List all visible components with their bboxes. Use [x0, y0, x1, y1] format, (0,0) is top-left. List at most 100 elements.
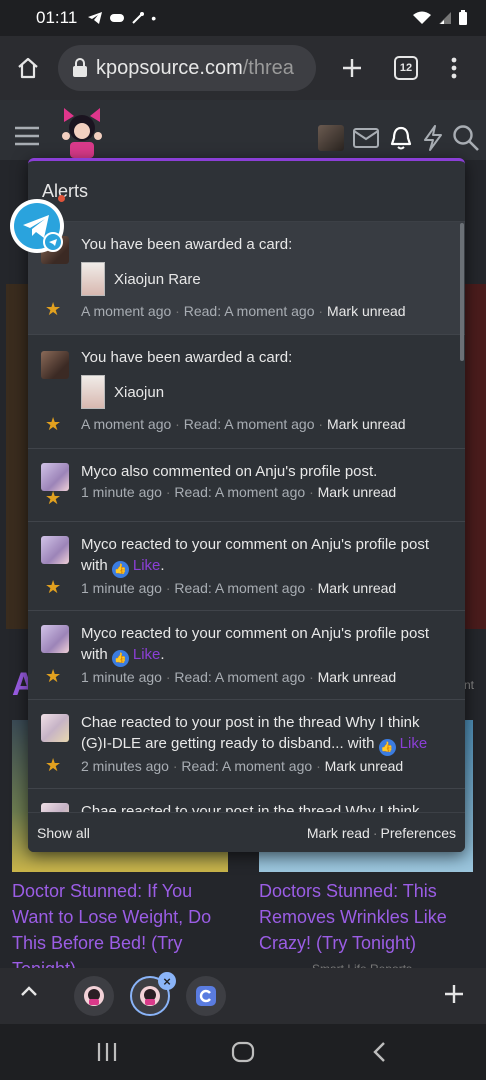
new-tab-button[interactable]: [328, 44, 376, 92]
address-bar[interactable]: kpopsource.com/threa: [58, 45, 316, 91]
period: .: [160, 646, 165, 663]
system-icons: [412, 10, 468, 26]
separator: ·: [172, 758, 178, 774]
tab-switcher-button[interactable]: 12: [382, 44, 430, 92]
expand-tabs-button[interactable]: [20, 984, 38, 1003]
plus-icon: [445, 985, 463, 1003]
ad-title-right[interactable]: Doctors Stunned: This Removes Wrinkles L…: [259, 878, 474, 956]
alert-avatar[interactable]: [41, 714, 69, 742]
lock-icon: [73, 58, 87, 77]
app-favicon-icon: [196, 986, 216, 1006]
close-icon: ×: [163, 973, 171, 989]
star-icon: ★: [45, 488, 62, 508]
notification-icons: •: [87, 10, 156, 26]
like-icon: 👍: [378, 739, 396, 756]
alert-item[interactable]: ★ Myco reacted to your comment on Anju's…: [28, 522, 465, 611]
star-icon: ★: [45, 299, 62, 319]
read-label: Read:: [174, 484, 212, 500]
separator: ·: [165, 484, 171, 500]
site-header: [0, 100, 486, 160]
menu-button[interactable]: [14, 126, 40, 151]
home-button[interactable]: [4, 44, 52, 92]
back-icon[interactable]: [372, 1041, 386, 1063]
tab-thumbnail[interactable]: [186, 976, 226, 1016]
mark-read-link[interactable]: Mark read: [307, 825, 370, 841]
background-banner-left: [6, 284, 28, 629]
home-circle-icon[interactable]: [231, 1041, 255, 1063]
card-award[interactable]: Xiaojun Rare: [81, 262, 451, 296]
separator: ·: [165, 580, 171, 596]
add-tab-button[interactable]: [444, 978, 464, 1012]
alert-meta: 1 minute ago · Read: A moment ago · Mark…: [81, 482, 451, 502]
read-time: A moment ago: [214, 669, 306, 685]
home-icon: [18, 57, 38, 79]
inbox-icon[interactable]: [352, 127, 380, 149]
hamburger-icon: [15, 126, 39, 146]
reaction-label: Like: [132, 557, 161, 574]
close-tab-button[interactable]: ×: [158, 972, 176, 990]
status-time: 01:11: [36, 8, 78, 27]
chevron-up-icon: [21, 986, 37, 996]
user-avatar[interactable]: [318, 125, 344, 151]
read-time: A moment ago: [224, 303, 315, 319]
alert-time: 1 minute ago: [81, 484, 162, 500]
show-all-link[interactable]: Show all: [37, 825, 90, 841]
mark-unread-link[interactable]: Mark unread: [318, 484, 397, 500]
alert-avatar[interactable]: [41, 625, 69, 653]
mark-unread-link[interactable]: Mark unread: [327, 303, 406, 319]
alert-item[interactable]: ★ You have been awarded a card: Xiaojun …: [28, 222, 465, 335]
notification-dot: •: [151, 10, 157, 26]
card-award[interactable]: Xiaojun: [81, 375, 451, 409]
alert-text: You have been awarded a card:: [81, 349, 293, 366]
battery-icon: [459, 10, 467, 25]
alert-avatar[interactable]: [41, 536, 69, 564]
status-bar: 01:11 •: [0, 0, 486, 36]
alerts-scrollbar[interactable]: [460, 223, 464, 361]
alert-item[interactable]: ★ Myco also commented on Anju's profile …: [28, 449, 465, 522]
mark-unread-link[interactable]: Mark unread: [318, 580, 397, 596]
alert-item[interactable]: ★ You have been awarded a card: Xiaojun …: [28, 335, 465, 449]
alert-avatar[interactable]: [41, 351, 69, 379]
star-icon: ★: [45, 577, 62, 597]
alert-meta: A moment ago · Read: A moment ago · Mark…: [81, 414, 451, 434]
ad-title-left[interactable]: Doctor Stunned: If You Want to Lose Weig…: [12, 878, 232, 982]
alerts-list[interactable]: ★ You have been awarded a card: Xiaojun …: [28, 222, 465, 816]
read-time: A moment ago: [214, 484, 306, 500]
preferences-link[interactable]: Preferences: [381, 825, 456, 841]
alert-text: You have been awarded a card:: [81, 236, 293, 253]
alert-item[interactable]: ★ Chae reacted to your post in the threa…: [28, 700, 465, 789]
alerts-title: Alerts: [28, 161, 465, 222]
magic-wand-icon: [132, 12, 145, 24]
telegram-chat-bubble[interactable]: [9, 198, 65, 254]
site-logo[interactable]: [56, 104, 108, 160]
lightning-icon[interactable]: [422, 125, 444, 151]
tab-count: 12: [394, 56, 418, 80]
like-icon: 👍: [111, 650, 129, 667]
mark-unread-link[interactable]: Mark unread: [318, 669, 397, 685]
search-icon[interactable]: [452, 124, 480, 152]
separator: ·: [175, 303, 180, 319]
alert-message: Chae reacted to your post in the thread …: [81, 714, 420, 752]
alert-avatar[interactable]: [41, 463, 69, 491]
browser-menu-button[interactable]: [430, 44, 478, 92]
alert-item[interactable]: ★ Myco reacted to your comment on Anju's…: [28, 611, 465, 700]
tab-thumbnail[interactable]: [74, 976, 114, 1016]
mark-unread-link[interactable]: Mark unread: [325, 758, 404, 774]
bell-icon[interactable]: [388, 125, 414, 151]
separator: ·: [372, 824, 378, 841]
wifi-icon: [413, 11, 431, 24]
read-time: A moment ago: [214, 580, 306, 596]
like-icon: 👍: [111, 561, 129, 578]
alert-meta: A moment ago · Read: A moment ago · Mark…: [81, 301, 451, 321]
alerts-popup: Alerts ★ You have been awarded a card: X…: [28, 158, 465, 852]
period: .: [160, 557, 165, 574]
read-label: Read:: [183, 303, 222, 319]
mark-unread-link[interactable]: Mark unread: [327, 416, 406, 432]
recents-icon[interactable]: [96, 1042, 118, 1062]
unread-dot: [58, 195, 65, 202]
separator: ·: [309, 669, 314, 685]
star-icon: ★: [45, 414, 62, 434]
browser-toolbar: kpopsource.com/threa 12: [0, 36, 486, 100]
alert-text: Myco reacted to your comment on Anju's p…: [81, 623, 451, 667]
alert-text: Chae reacted to your post in the thread …: [81, 712, 451, 756]
